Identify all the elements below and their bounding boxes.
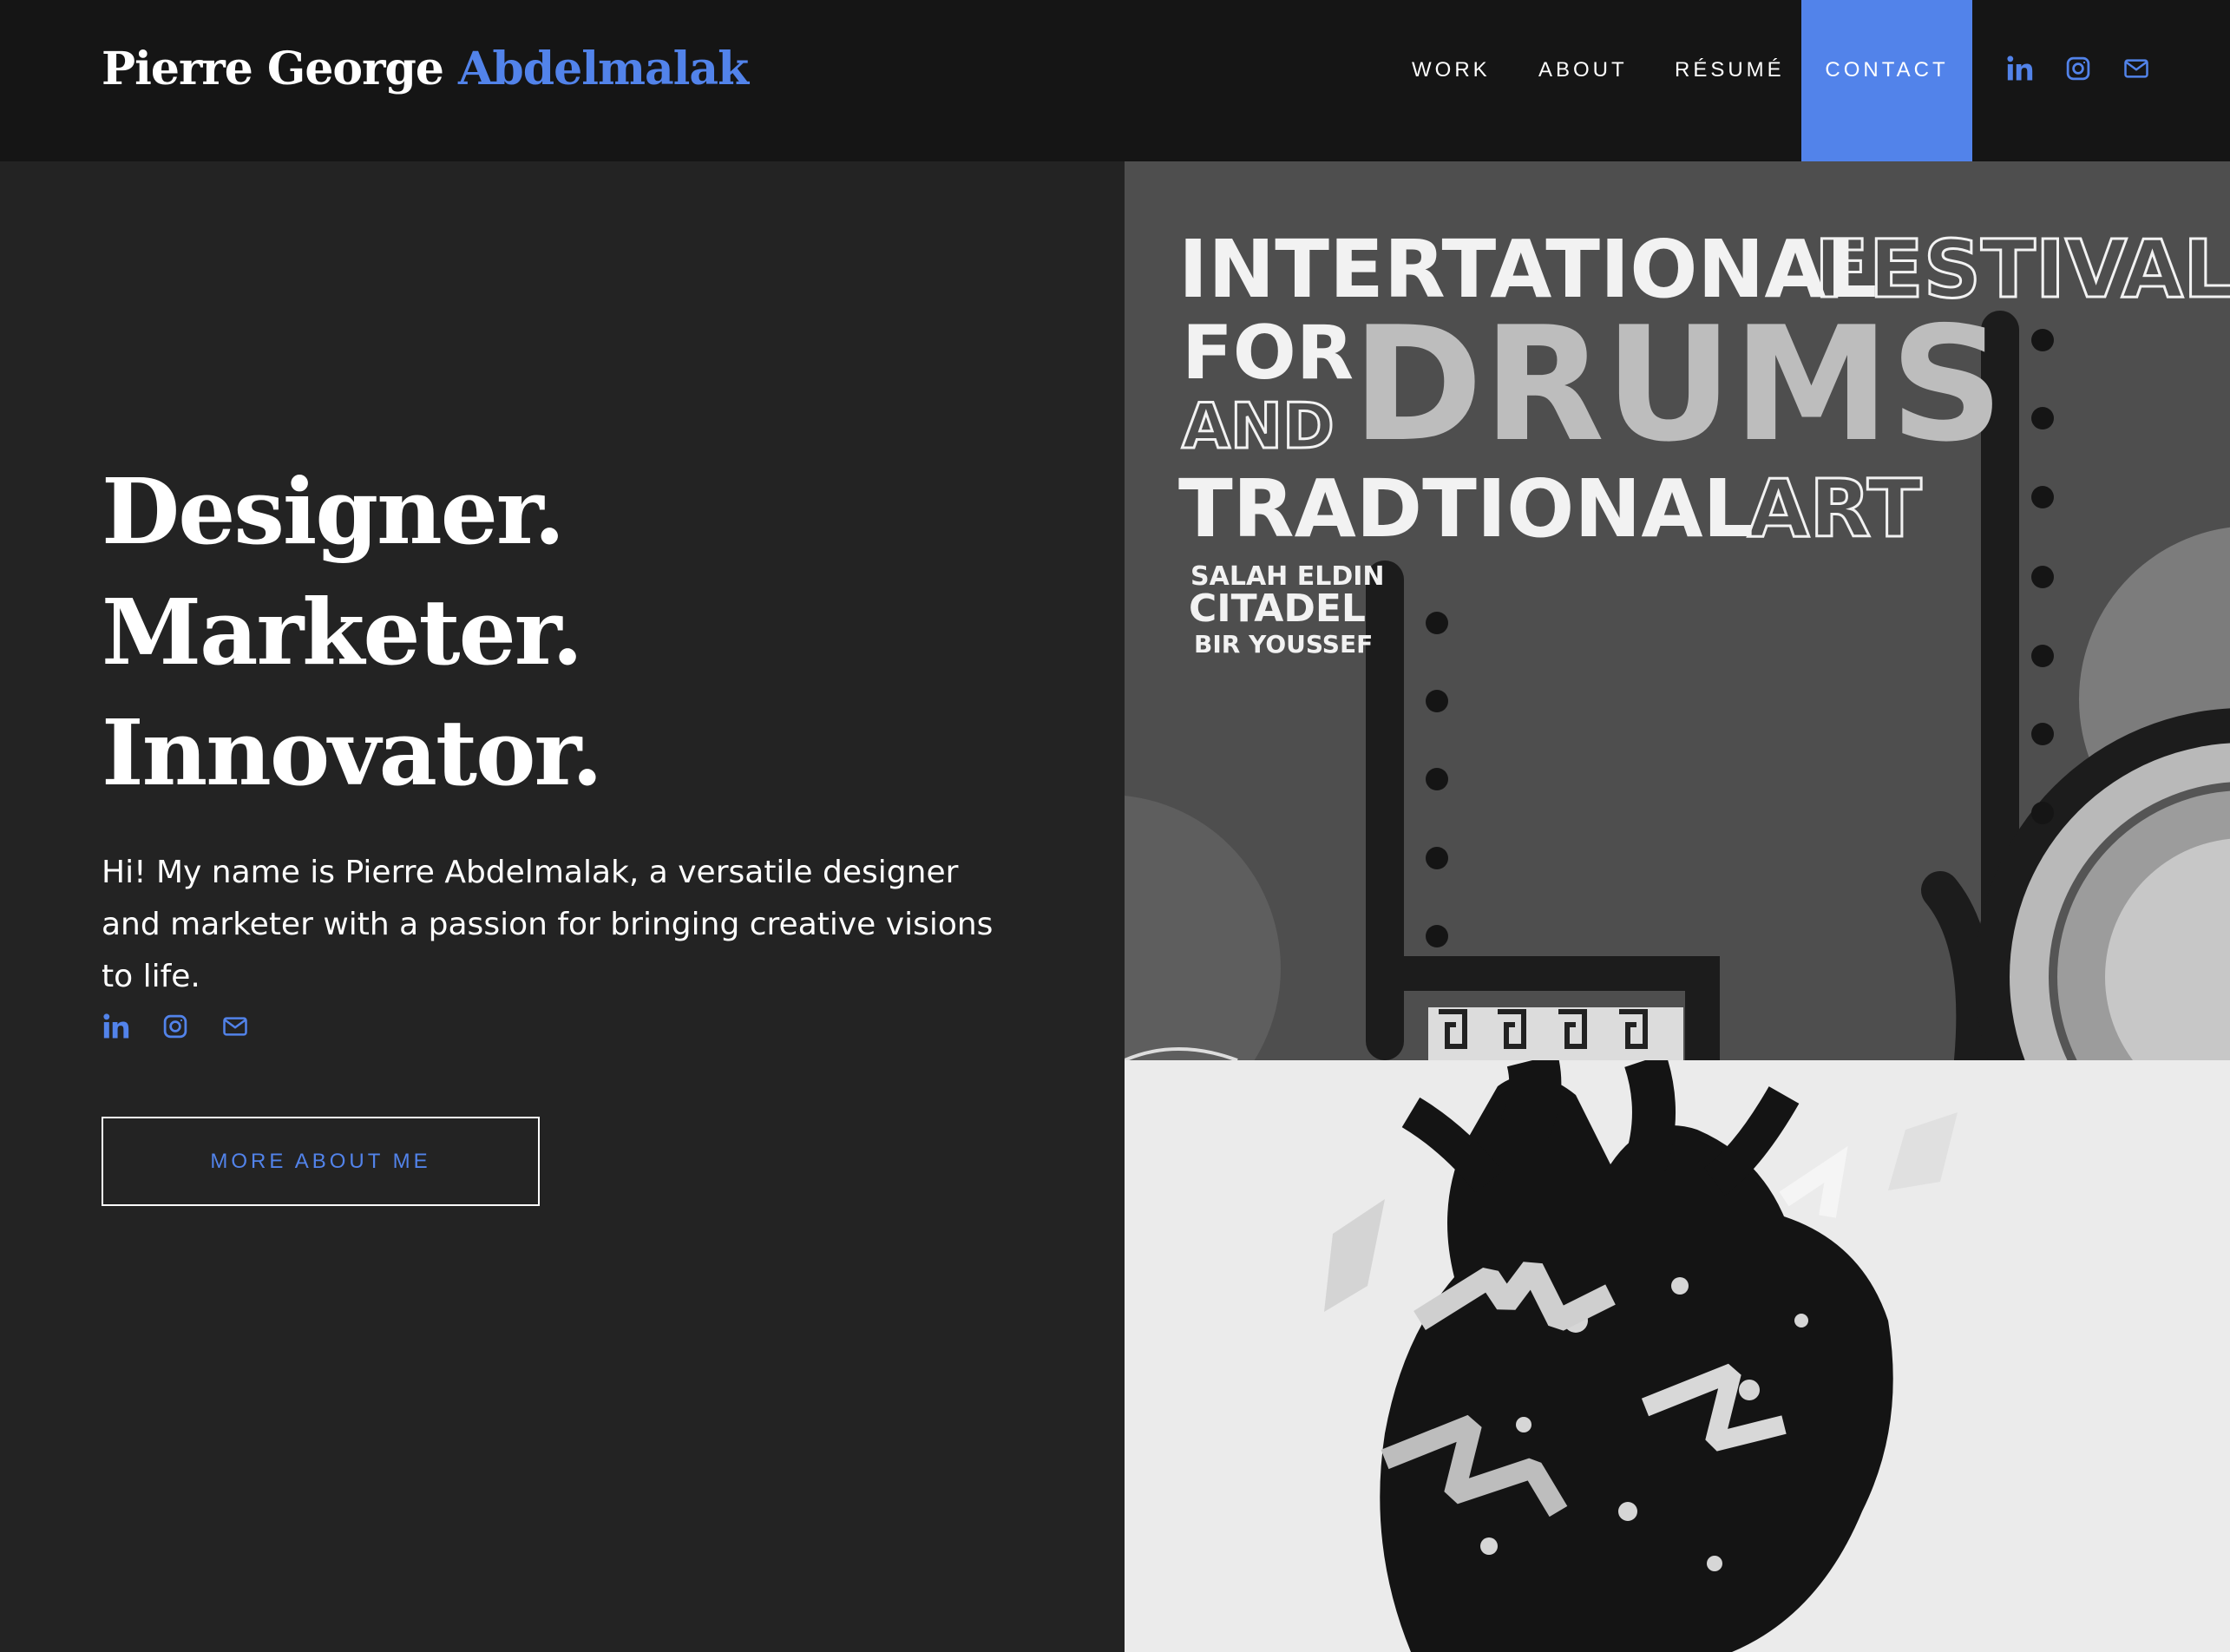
hero-intro: Hi! My name is Pierre Abdelmalak, a vers… [102,855,994,994]
more-about-me-button[interactable]: MORE ABOUT ME [102,1117,540,1206]
main-nav: WORK ABOUT RÉSUMÉ CONTACT [0,0,2230,161]
poster-title-traditional: TRADTIONAL [1178,462,1754,555]
nav-resume[interactable]: RÉSUMÉ [1675,0,1785,161]
poster-title-for: FOR [1182,310,1354,397]
poster-title-art: ART [1748,462,1922,555]
hero-line-designer: Designer. [102,458,565,565]
poster-venue-2: CITADEL [1189,587,1366,631]
instagram-icon[interactable] [2065,56,2091,82]
heart-artwork [1125,1060,2230,1652]
mail-icon[interactable] [2123,56,2149,82]
poster-venue-3: BIR YOUSSEF [1194,630,1373,659]
instagram-icon[interactable] [162,1013,188,1039]
mail-icon[interactable] [221,1013,249,1039]
hero-line-innovator: Innovator. [102,699,603,806]
nav-about[interactable]: ABOUT [1538,0,1628,161]
linkedin-icon[interactable] [2005,54,2035,83]
heart-artwork-image[interactable] [1125,1060,2230,1652]
site-header: Pierre George Abdelmalak WORK ABOUT RÉSU… [0,0,2230,161]
nav-work[interactable]: WORK [1412,0,1491,161]
drums-festival-poster-image[interactable]: INTERTATIONAL FESTIVAL FOR AND DRUMS TRA… [1125,161,2230,1060]
hero-line-marketer: Marketer. [102,579,583,685]
poster-title-drums: DRUMS [1352,292,2004,476]
hero-title: Designer. Marketer. Innovator. [102,451,603,813]
poster-title-and: AND [1182,390,1335,462]
linkedin-icon[interactable] [102,1012,131,1041]
nav-contact[interactable]: CONTACT [1801,0,1972,161]
poster-artwork: INTERTATIONAL FESTIVAL FOR AND DRUMS TRA… [1125,222,2230,1060]
